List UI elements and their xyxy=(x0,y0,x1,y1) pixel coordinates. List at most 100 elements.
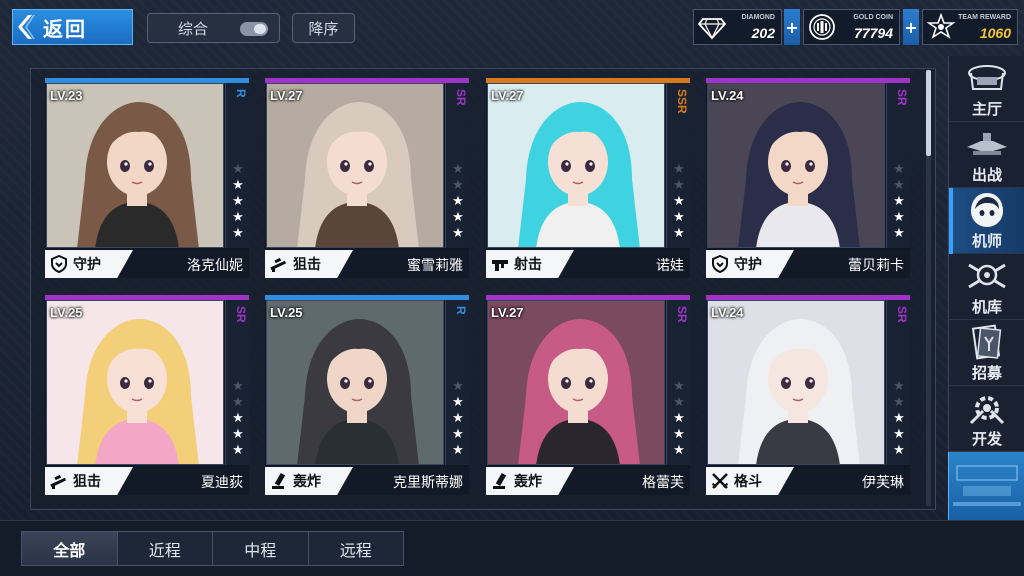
sort-order-button[interactable]: 降序 xyxy=(292,13,355,43)
rarity-label: SR xyxy=(895,89,909,106)
rarity-label: R xyxy=(454,306,468,315)
star-icon: ★ xyxy=(673,443,685,458)
pilot-card[interactable]: LV.27 SR ★ ★ ★ ★ ★ 狙击 蜜雪莉雅 xyxy=(265,78,469,278)
star-icon: ★ xyxy=(232,194,244,209)
star-icon: ★ xyxy=(673,194,685,209)
rarity-side-panel: SR ★ ★ ★ ★ ★ xyxy=(445,83,469,248)
mortar-icon xyxy=(269,471,289,491)
team-reward-icon xyxy=(926,12,956,41)
add-gold-button[interactable]: + xyxy=(903,9,919,45)
back-button[interactable]: 返回 xyxy=(12,9,133,45)
pilot-level: LV.27 xyxy=(270,88,303,103)
star-icon: ★ xyxy=(673,411,685,426)
star-icon: ★ xyxy=(673,395,685,410)
nav-label: 招募 xyxy=(971,364,1002,382)
diamond-value: 202 xyxy=(751,25,775,41)
rarity-side-panel: R ★ ★ ★ ★ ★ xyxy=(225,83,249,248)
pilot-card[interactable]: LV.24 SR ★ ★ ★ ★ ★ 守护 蕾贝莉卡 xyxy=(706,78,910,278)
star-icon: ★ xyxy=(673,379,685,394)
pilot-card[interactable]: LV.27 SR ★ ★ ★ ★ ★ 轰炸 格蕾芙 xyxy=(486,295,690,495)
star-rating: ★ ★ ★ ★ ★ xyxy=(891,379,907,459)
nav-label: 开发 xyxy=(971,430,1002,448)
nav-label: 出战 xyxy=(971,166,1002,184)
role-label: 轰炸 xyxy=(293,474,321,490)
role-label: 狙击 xyxy=(293,257,321,273)
rarity-label: SR xyxy=(675,306,689,323)
tab-1[interactable]: 近程 xyxy=(118,532,213,565)
tab-0[interactable]: 全部 xyxy=(22,532,118,565)
role-bar: 格斗 伊芙琳 xyxy=(706,467,910,495)
pilot-card[interactable]: LV.25 R ★ ★ ★ ★ ★ 轰炸 克里斯蒂娜 xyxy=(265,295,469,495)
star-icon: ★ xyxy=(893,427,905,442)
pilot-portrait xyxy=(487,300,665,465)
pilot-portrait xyxy=(266,300,444,465)
star-icon: ★ xyxy=(232,210,244,225)
gun-icon xyxy=(490,254,510,274)
star-icon: ★ xyxy=(893,178,905,193)
nav-label: 机库 xyxy=(971,298,1002,316)
scrollbar-thumb[interactable] xyxy=(926,70,931,156)
sortie-icon xyxy=(963,125,1011,163)
star-icon: ★ xyxy=(452,379,464,394)
rarity-side-panel: SSR ★ ★ ★ ★ ★ xyxy=(666,83,690,248)
hangar-icon xyxy=(963,257,1011,295)
nav-item-sortie[interactable]: 出战 xyxy=(949,122,1024,188)
pilot-name: 蜜雪莉雅 xyxy=(407,258,463,274)
role-bar: 狙击 夏迪荻 xyxy=(45,467,249,495)
nav-item-develop[interactable]: 开发 xyxy=(949,386,1024,452)
star-icon: ★ xyxy=(673,178,685,193)
role-tag: 守护 xyxy=(706,250,794,278)
star-icon: ★ xyxy=(452,194,464,209)
star-icon: ★ xyxy=(232,443,244,458)
nav-item-hangar[interactable]: 机库 xyxy=(949,254,1024,320)
recruit-icon xyxy=(963,323,1011,361)
pilot-portrait xyxy=(46,300,224,465)
main-hall-icon xyxy=(963,59,1011,97)
rarity-side-panel: R ★ ★ ★ ★ ★ xyxy=(445,300,469,465)
crossed-swords-icon xyxy=(710,471,730,491)
pilot-card[interactable]: LV.24 SR ★ ★ ★ ★ ★ 格斗 伊芙琳 xyxy=(706,295,910,495)
star-icon: ★ xyxy=(232,162,244,177)
pilot-name: 洛克仙妮 xyxy=(187,258,243,274)
pilot-portrait xyxy=(707,83,885,248)
pilot-name: 克里斯蒂娜 xyxy=(393,475,463,491)
nav-item-pilot[interactable]: 机师 xyxy=(949,188,1024,254)
star-icon: ★ xyxy=(452,443,464,458)
tab-3[interactable]: 远程 xyxy=(309,532,404,565)
nav-item-recruit[interactable]: 招募 xyxy=(949,320,1024,386)
pilot-card[interactable]: LV.27 SSR ★ ★ ★ ★ ★ 射击 诺娃 xyxy=(486,78,690,278)
tab-2[interactable]: 中程 xyxy=(213,532,309,565)
nav-label: 主厅 xyxy=(971,100,1002,118)
star-icon: ★ xyxy=(893,226,905,241)
pilot-card[interactable]: LV.23 R ★ ★ ★ ★ ★ 守护 洛克仙妮 xyxy=(45,78,249,278)
star-icon: ★ xyxy=(232,427,244,442)
filter-dropdown-button[interactable]: 综合 xyxy=(147,13,280,43)
star-icon: ★ xyxy=(452,427,464,442)
team-reward-label: TEAM REWARD xyxy=(958,14,1011,21)
bottom-bar: 全部 近程 中程 远程 xyxy=(0,520,1024,576)
star-rating: ★ ★ ★ ★ ★ xyxy=(450,379,466,459)
rarity-side-panel: SR ★ ★ ★ ★ ★ xyxy=(886,83,910,248)
back-chevron-icon xyxy=(13,10,39,44)
pilot-portrait xyxy=(46,83,224,248)
back-label: 返回 xyxy=(43,16,87,41)
role-label: 守护 xyxy=(734,257,762,273)
sort-label: 降序 xyxy=(308,19,339,38)
nav-item-main-hall[interactable]: 主厅 xyxy=(949,56,1024,122)
role-tag: 狙击 xyxy=(265,250,353,278)
add-diamond-button[interactable]: + xyxy=(784,9,800,45)
star-icon: ★ xyxy=(673,226,685,241)
diamond-icon xyxy=(697,13,727,41)
role-tag: 狙击 xyxy=(45,467,133,495)
pilot-card[interactable]: LV.25 SR ★ ★ ★ ★ ★ 狙击 夏迪荻 xyxy=(45,295,249,495)
pilot-level: LV.24 xyxy=(711,305,744,320)
rarity-label: SR xyxy=(454,89,468,106)
star-rating: ★ ★ ★ ★ ★ xyxy=(450,162,466,242)
role-label: 射击 xyxy=(514,257,542,273)
pilot-name: 诺娃 xyxy=(656,258,684,274)
pilot-level: LV.27 xyxy=(491,88,524,103)
gold-coin-counter: GOLD COIN 77794 xyxy=(803,9,900,45)
star-rating: ★ ★ ★ ★ ★ xyxy=(230,379,246,459)
gold-coin-icon xyxy=(807,13,837,41)
sniper-rifle-icon xyxy=(269,254,289,274)
